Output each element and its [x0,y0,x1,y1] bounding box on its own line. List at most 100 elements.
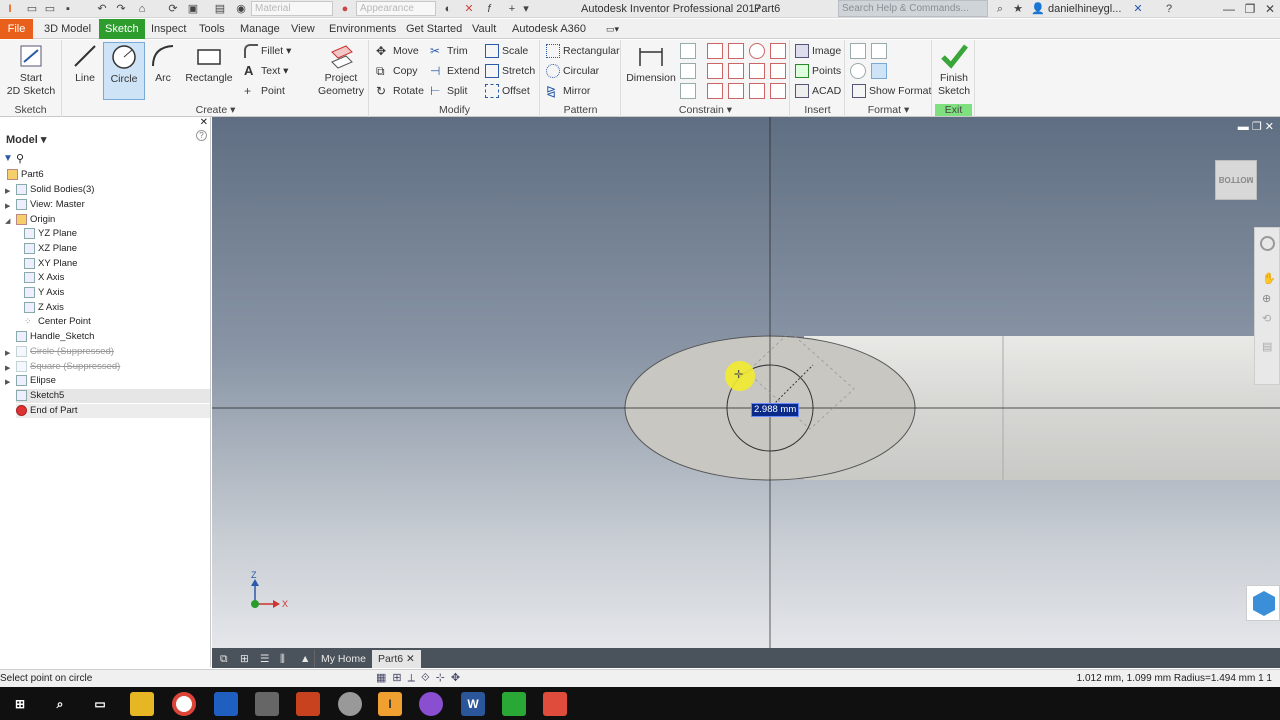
outlook-icon[interactable] [214,692,238,716]
centerline-icon[interactable] [850,63,866,79]
steering-wheel-icon[interactable] [1260,236,1275,251]
center-point-icon[interactable] [871,63,887,79]
tree-item-part6[interactable]: Part6 [7,168,44,182]
doc-tab-part6[interactable]: Part6 ✕ [372,650,421,668]
format-group-label[interactable]: Format ▾ [846,104,931,116]
camtasia-icon[interactable] [502,692,526,716]
tree-item-origin[interactable]: Origin [16,213,55,227]
app-logo-icon[interactable]: I [3,2,17,16]
tab-3d-model[interactable]: 3D Model [38,19,97,39]
expand-icon[interactable]: ▶ [5,349,10,357]
save-icon[interactable]: ▪ [61,2,75,16]
tree-item-y-axis[interactable]: Y Axis [24,286,64,300]
line-button[interactable]: Line [69,42,101,85]
task-view-icon[interactable]: ▭ [88,692,112,716]
rectangle-button[interactable]: Rectangle [183,42,235,85]
appearance-dropdown[interactable]: Appearance [356,1,436,16]
coincident-icon[interactable] [680,43,696,59]
lock-icon[interactable] [770,43,786,59]
trim-button[interactable]: ✂ Trim [430,42,468,60]
stretch-button[interactable]: Stretch [485,62,535,80]
collapse-icon[interactable]: ◢ [5,217,10,225]
close-tab-icon[interactable]: ✕ [406,653,415,665]
split-button[interactable]: ⊢ Split [430,82,467,100]
fx-icon[interactable]: f [482,2,496,16]
qat-dropdown-icon[interactable]: ▾ [519,2,533,16]
points-button[interactable]: Points [795,62,841,80]
fillet-button[interactable]: Fillet ▾ [244,42,291,60]
rotate-button[interactable]: ↻ Rotate [376,82,424,100]
tab-vault[interactable]: Vault [466,19,502,39]
create-group-label[interactable]: Create ▾ [63,104,368,116]
redo-icon[interactable]: ↷ [114,2,128,16]
tile-horizontal-icon[interactable]: ☰ [254,650,275,668]
powerpoint-icon[interactable] [296,692,320,716]
home-icon[interactable]: ⌂ [135,2,149,16]
tab-sketch[interactable]: Sketch [99,19,145,39]
calculator-icon[interactable] [255,692,279,716]
text-button[interactable]: A Text ▾ [244,62,288,80]
search-icon[interactable]: ⌕ [993,2,1007,16]
smooth-icon[interactable] [728,83,744,99]
tab-file[interactable]: File [0,19,33,39]
collinear-icon[interactable] [707,63,723,79]
parallel-icon[interactable] [728,43,744,59]
snap-icons[interactable]: ▦⊞⟂⟐⊹✥ [376,671,466,685]
horizontal-icon[interactable] [728,63,744,79]
adjust-icon[interactable]: ◐ [441,2,455,16]
tree-item-end-of-part[interactable]: End of Part [16,404,210,418]
measure-icon[interactable]: ▤ [213,2,227,16]
concentric-icon[interactable] [749,43,765,59]
appearance-icon[interactable]: ● [338,2,352,16]
tree-item-solid-bodies[interactable]: Solid Bodies(3) [16,183,94,197]
arc-button[interactable]: Arc [147,42,179,85]
offset-button[interactable]: Offset [485,82,530,100]
start-icon[interactable]: ⊞ [8,692,32,716]
tab-autodesk-a360[interactable]: Autodesk A360 [506,19,592,39]
tree-item-yz-plane[interactable]: YZ Plane [24,227,77,241]
help-icon[interactable]: ? [1162,2,1176,16]
tab-inspect[interactable]: Inspect [145,19,192,39]
open-file-icon[interactable]: ▭ [43,2,57,16]
expand-icon[interactable]: ▶ [5,378,10,386]
scale-button[interactable]: Scale [485,42,528,60]
chrome-icon[interactable] [172,692,196,716]
tangent-icon[interactable] [707,83,723,99]
recorder-icon[interactable] [543,692,567,716]
user-icon[interactable]: 👤 [1031,2,1045,16]
tab-environments[interactable]: Environments [323,19,402,39]
rectangular-pattern-button[interactable]: Rectangular [546,42,620,60]
browser-title[interactable]: Model ▾ [6,133,46,146]
user-name[interactable]: danielhineygl... [1048,3,1121,15]
share-button[interactable] [1246,585,1280,621]
viewport-window-controls[interactable]: ▬ ❐ ✕ [1238,120,1274,133]
exchange-icon[interactable]: ✕ [1131,2,1145,16]
symmetric-icon[interactable] [749,83,765,99]
undo-icon[interactable]: ↶ [95,2,109,16]
search-icon[interactable]: ⌕ [48,692,72,716]
driven-dimension-icon[interactable] [871,43,887,59]
close-button[interactable]: ✕ [1262,1,1278,17]
move-button[interactable]: ✥ Move [376,42,419,60]
extend-button[interactable]: ⊣ Extend [430,62,480,80]
restore-button[interactable]: ❐ [1242,1,1258,17]
filter-icon[interactable]: ▼ [3,153,13,164]
doc-tab-my-home[interactable]: My Home [314,650,372,668]
copy-button[interactable]: ⧉ Copy [376,62,418,80]
tab-tools[interactable]: Tools [193,19,231,39]
tree-item-x-axis[interactable]: X Axis [24,271,64,285]
auto-dimension-icon[interactable] [680,83,696,99]
construction-icon[interactable] [850,43,866,59]
tile-icon[interactable]: ⊞ [234,650,255,668]
expand-icon[interactable]: ▶ [5,202,10,210]
dimension-button[interactable]: Dimension [625,42,677,85]
tree-item-xy-plane[interactable]: XY Plane [24,257,77,271]
material-icon[interactable]: ◉ [234,2,248,16]
minimize-button[interactable]: — [1221,1,1237,17]
zoom-icon[interactable]: ⊕ [1262,292,1271,305]
tree-item-handle-sketch[interactable]: Handle_Sketch [16,330,94,344]
show-format-button[interactable]: Show Format [852,82,931,100]
app-icon[interactable] [338,692,362,716]
inventor-taskbar-icon[interactable]: I [378,692,402,716]
project-geometry-button[interactable]: Project Geometry [315,42,367,98]
